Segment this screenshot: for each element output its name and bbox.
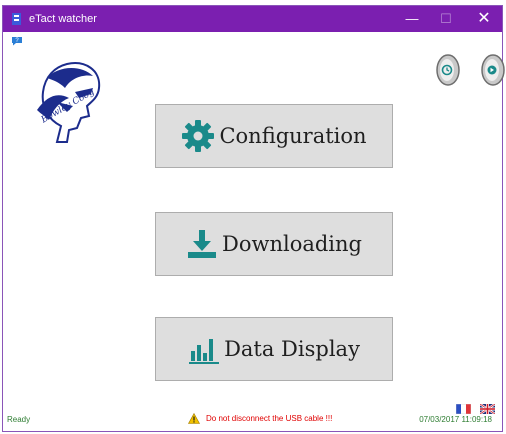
status-bar: Ready Do not disconnect the USB cable !!… [3,409,502,431]
next-icon [487,65,497,75]
app-window: eTact watcher — ☐ ✕ ? Bowley Coog Config… [2,5,506,432]
configuration-label: Configuration [219,124,367,148]
downloading-label: Downloading [222,232,362,256]
warning-icon [188,413,200,424]
company-logo: Bowley Coog [37,62,101,143]
help-icon[interactable]: ? [11,36,23,46]
maximize-button[interactable]: ☐ [432,8,460,30]
status-text: Ready [7,415,31,424]
status-datetime: 07/03/2017 11:09:18 [419,415,492,424]
download-icon [188,230,216,258]
app-icon [12,13,21,25]
gear-icon [182,120,215,152]
clock-button[interactable] [434,52,462,88]
bar-chart-icon [189,339,220,364]
next-button[interactable] [479,52,506,88]
close-button[interactable]: ✕ [470,8,498,30]
downloading-button[interactable]: Downloading [155,212,393,276]
data-display-label: Data Display [224,337,360,361]
configuration-button[interactable]: Configuration [155,104,393,168]
usb-warning: Do not disconnect the USB cable !!! [188,413,332,424]
data-display-button[interactable]: Data Display [155,317,393,381]
usb-warning-text: Do not disconnect the USB cable !!! [206,414,333,423]
minimize-button[interactable]: — [398,8,426,30]
window-title: eTact watcher [29,13,97,25]
title-bar: eTact watcher — ☐ ✕ [3,6,502,32]
